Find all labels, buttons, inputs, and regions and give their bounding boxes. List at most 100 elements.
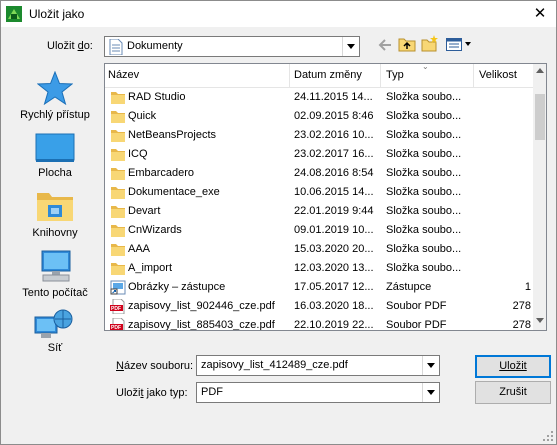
file-row[interactable]: Devart 22.01.2019 9:44 Složka soubo...	[105, 202, 533, 221]
place-label: Tento počítač	[22, 287, 88, 299]
file-row[interactable]: PDF zapisovy_list_902446_cze.pdf 16.03.202…	[105, 297, 533, 316]
file-row[interactable]: A_import 12.03.2020 13... Složka soubo...	[105, 259, 533, 278]
file-row[interactable]: Obrázky – zástupce 17.05.2017 12... Zástup…	[105, 278, 533, 297]
file-name: AAA	[128, 243, 151, 255]
close-button[interactable]: ✕	[524, 1, 556, 27]
file-row[interactable]: CnWizards 09.01.2019 10... Složka soubo...	[105, 221, 533, 240]
file-type: Složka soubo...	[386, 224, 462, 236]
file-date: 15.03.2020 20...	[294, 243, 374, 255]
file-name: Embarcadero	[128, 167, 195, 179]
place-network[interactable]: Síť	[9, 307, 101, 355]
folder-icon	[111, 168, 125, 180]
network-icon	[34, 309, 73, 338]
folder-up-icon[interactable]	[398, 36, 416, 52]
libraries-icon	[37, 193, 73, 221]
vertical-scrollbar[interactable]	[533, 64, 546, 330]
filename-dropdown-button[interactable]	[422, 356, 439, 375]
file-date: 23.02.2016 10...	[294, 129, 374, 141]
column-header-date[interactable]: Datum změny	[294, 69, 362, 81]
place-this-pc[interactable]: Tento počítač	[9, 249, 101, 301]
filetype-dropdown-button[interactable]	[422, 383, 439, 402]
file-row[interactable]: Quick 02.09.2015 8:46 Složka soubo...	[105, 107, 533, 126]
chevron-down-icon	[347, 44, 355, 49]
folder-icon	[111, 244, 125, 256]
documents-icon	[109, 39, 123, 55]
scrollbar-thumb[interactable]	[535, 94, 545, 140]
place-libraries[interactable]: Knihovny	[9, 189, 101, 243]
file-date: 22.10.2019 22...	[294, 319, 374, 331]
file-name: CnWizards	[128, 224, 182, 236]
folder-icon	[111, 206, 125, 218]
file-name: Devart	[128, 205, 161, 217]
file-date: 17.05.2017 12...	[294, 281, 374, 293]
back-arrow-icon[interactable]	[378, 38, 392, 52]
file-type: Zástupce	[386, 281, 432, 293]
file-name: Quick	[128, 110, 157, 122]
file-type: Složka soubo...	[386, 205, 462, 217]
file-row[interactable]: Embarcadero 24.08.2016 8:54 Složka soubo..…	[105, 164, 533, 183]
place-desktop[interactable]: Plocha	[9, 131, 101, 183]
file-name: Obrázky – zástupce	[128, 281, 226, 293]
chevron-down-icon	[427, 363, 435, 368]
svg-text:PDF: PDF	[111, 306, 121, 312]
filetype-label: Uložit jako typ:	[116, 387, 188, 399]
places-bar: Rychlý přístup Plocha Knihovny Tento poč…	[9, 63, 101, 354]
place-label: Knihovny	[32, 227, 78, 239]
file-name: NetBeansProjects	[128, 129, 217, 141]
filetype-select[interactable]: PDF	[196, 382, 440, 403]
file-row[interactable]: NetBeansProjects 23.02.2016 10... Složka s…	[105, 126, 533, 145]
file-type: Složka soubo...	[386, 110, 462, 122]
file-date: 12.03.2020 13...	[294, 262, 374, 274]
svg-text:PDF: PDF	[111, 325, 121, 331]
save-button[interactable]: Uložit	[475, 355, 551, 378]
place-label: Rychlý přístup	[20, 109, 90, 121]
folder-icon	[111, 263, 125, 275]
column-header-name[interactable]: Název	[108, 69, 139, 81]
location-value: Dokumenty	[127, 40, 183, 52]
file-date: 24.08.2016 8:54	[294, 167, 374, 179]
file-row[interactable]: AAA 15.03.2020 20... Složka soubo...	[105, 240, 533, 259]
file-list[interactable]: Název Datum změny ⌄ Typ Velikost RAD Stu…	[104, 63, 547, 331]
save-as-dialog: Uložit jako ✕ Uložit do: Dokumenty Rychl…	[0, 0, 557, 445]
file-row[interactable]: ICQ 23.02.2017 16... Složka soubo...	[105, 145, 533, 164]
file-date: 23.02.2017 16...	[294, 148, 374, 160]
app-icon	[6, 6, 22, 22]
file-type: Soubor PDF	[386, 300, 447, 312]
chevron-down-icon	[427, 390, 435, 395]
cancel-button[interactable]: Zrušit	[475, 381, 551, 404]
column-header-size[interactable]: Velikost	[479, 69, 517, 81]
file-row[interactable]: RAD Studio 24.11.2015 14... Složka soubo..…	[105, 88, 533, 107]
file-row[interactable]: Dokumentace_exe 10.06.2015 14... Složka so…	[105, 183, 533, 202]
view-menu-icon[interactable]	[446, 38, 472, 51]
column-header-type[interactable]: Typ	[386, 69, 404, 81]
location-combo[interactable]: Dokumenty	[104, 36, 360, 57]
folder-icon	[111, 92, 125, 104]
shortcut-icon	[110, 280, 126, 295]
new-folder-icon[interactable]	[421, 35, 439, 52]
scroll-down-icon[interactable]	[536, 318, 544, 323]
star-icon	[37, 71, 73, 105]
file-type: Složka soubo...	[386, 129, 462, 141]
file-name: A_import	[128, 262, 173, 274]
file-row[interactable]: PDF zapisovy_list_885403_cze.pdf 22.10.201…	[105, 316, 533, 331]
file-type: Složka soubo...	[386, 186, 462, 198]
filename-input[interactable]: zapisovy_list_412489_cze.pdf	[201, 359, 348, 371]
filename-combo[interactable]: zapisovy_list_412489_cze.pdf	[196, 355, 440, 376]
file-size: 278	[512, 300, 531, 312]
location-dropdown-button[interactable]	[342, 37, 359, 56]
sort-caret-icon: ⌄	[422, 63, 429, 71]
resize-grip-icon[interactable]	[542, 430, 554, 442]
file-type: Složka soubo...	[386, 262, 462, 274]
window-title: Uložit jako	[29, 7, 85, 21]
file-type: Složka soubo...	[386, 243, 462, 255]
title-bar[interactable]: Uložit jako ✕	[1, 1, 556, 27]
scroll-up-icon[interactable]	[536, 68, 544, 73]
file-date: 10.06.2015 14...	[294, 186, 374, 198]
computer-icon	[41, 250, 71, 282]
file-type: Složka soubo...	[386, 91, 462, 103]
file-name: Dokumentace_exe	[128, 186, 220, 198]
place-quick-access[interactable]: Rychlý přístup	[9, 71, 101, 127]
file-size: 1	[524, 281, 531, 293]
filename-label: Název souboru:	[116, 360, 194, 372]
file-name: zapisovy_list_902446_cze.pdf	[128, 300, 275, 312]
